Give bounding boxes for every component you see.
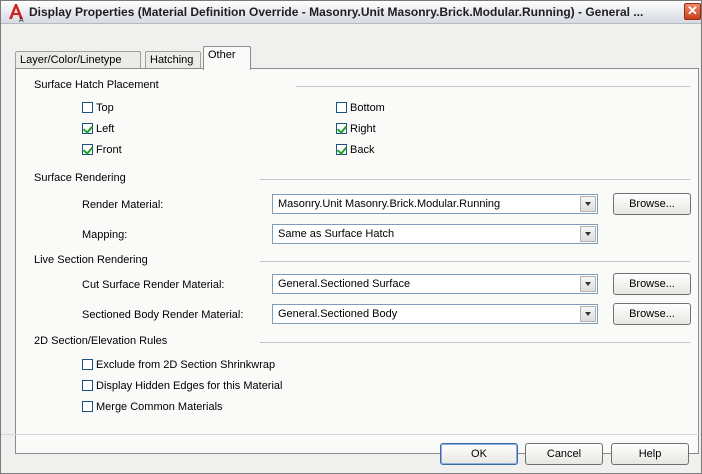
top-checkbox[interactable]: Top (82, 102, 114, 114)
tab-other[interactable]: Other (203, 46, 251, 70)
render-material-label: Render Material: (82, 199, 164, 211)
svg-text:A: A (19, 17, 24, 22)
display-hidden-edges-checkbox[interactable]: Display Hidden Edges for this Material (82, 380, 282, 392)
surface-rendering-heading: Surface Rendering (34, 172, 126, 184)
chevron-down-icon[interactable] (580, 196, 596, 212)
close-icon[interactable]: ✕ (684, 3, 701, 20)
select-value: General.Sectioned Surface (278, 278, 411, 290)
help-button[interactable]: Help (611, 443, 689, 465)
tab-label: Layer/Color/Linetype (20, 54, 122, 66)
checkbox-label: Exclude from 2D Section Shrinkwrap (96, 359, 276, 371)
cut-surface-select[interactable]: General.Sectioned Surface (272, 274, 598, 294)
checkbox-label: Top (96, 102, 114, 114)
divider (260, 342, 690, 343)
checkbox-label: Display Hidden Edges for this Material (96, 380, 283, 392)
render-material-browse-button[interactable]: Browse... (613, 193, 691, 215)
display-properties-dialog: A Display Properties (Material Definitio… (0, 0, 702, 474)
checkbox-box[interactable] (336, 102, 347, 113)
checkbox-box[interactable] (336, 123, 347, 134)
cut-surface-label: Cut Surface Render Material: (82, 279, 225, 291)
chevron-down-icon[interactable] (580, 226, 596, 242)
tab-label: Hatching (150, 54, 194, 66)
divider (296, 86, 690, 87)
checkbox-label: Left (96, 123, 115, 135)
left-checkbox[interactable]: Left (82, 123, 114, 135)
section-rules-heading: 2D Section/Elevation Rules (34, 335, 168, 347)
checkbox-box[interactable] (82, 380, 93, 391)
checkbox-box[interactable] (82, 102, 93, 113)
live-section-heading: Live Section Rendering (34, 254, 148, 266)
checkbox-box[interactable] (82, 144, 93, 155)
divider (260, 179, 690, 180)
cut-surface-browse-button[interactable]: Browse... (613, 273, 691, 295)
mapping-select[interactable]: Same as Surface Hatch (272, 224, 598, 244)
checkbox-label: Merge Common Materials (96, 401, 223, 413)
select-value: Masonry.Unit Masonry.Brick.Modular.Runni… (278, 198, 501, 210)
chevron-down-icon[interactable] (580, 276, 596, 292)
select-value: Same as Surface Hatch (278, 228, 395, 240)
chevron-down-icon[interactable] (580, 306, 596, 322)
sectioned-body-label: Sectioned Body Render Material: (82, 309, 244, 321)
other-tab-panel: Surface Hatch Placement Top Bottom Left … (15, 68, 699, 454)
window-title: Display Properties (Material Definition … (29, 5, 644, 19)
ok-button[interactable]: OK (440, 443, 518, 465)
bottom-checkbox[interactable]: Bottom (336, 102, 385, 114)
tab-label: Other (208, 49, 236, 61)
right-checkbox[interactable]: Right (336, 123, 376, 135)
surface-hatch-heading: Surface Hatch Placement (34, 79, 159, 91)
back-checkbox[interactable]: Back (336, 144, 374, 156)
merge-materials-checkbox[interactable]: Merge Common Materials (82, 401, 223, 413)
checkbox-box[interactable] (82, 401, 93, 412)
dialog-body: Layer/Color/Linetype Hatching Other Surf… (1, 24, 701, 473)
autocad-architecture-icon: A (7, 2, 25, 24)
mapping-label: Mapping: (82, 229, 128, 241)
render-material-select[interactable]: Masonry.Unit Masonry.Brick.Modular.Runni… (272, 194, 598, 214)
title-bar[interactable]: A Display Properties (Material Definitio… (1, 1, 701, 24)
tab-layer-color-linetype[interactable]: Layer/Color/Linetype (15, 51, 141, 68)
exclude-shrinkwrap-checkbox[interactable]: Exclude from 2D Section Shrinkwrap (82, 359, 275, 371)
checkbox-label: Front (96, 144, 122, 156)
sectioned-body-select[interactable]: General.Sectioned Body (272, 304, 598, 324)
select-value: General.Sectioned Body (278, 308, 398, 320)
checkbox-box[interactable] (336, 144, 347, 155)
cancel-button[interactable]: Cancel (525, 443, 603, 465)
divider (260, 261, 690, 262)
checkbox-label: Right (350, 123, 376, 135)
checkbox-box[interactable] (82, 123, 93, 134)
sectioned-body-browse-button[interactable]: Browse... (613, 303, 691, 325)
tab-hatching[interactable]: Hatching (145, 51, 201, 68)
front-checkbox[interactable]: Front (82, 144, 122, 156)
footer-divider (1, 434, 701, 435)
checkbox-box[interactable] (82, 359, 93, 370)
checkbox-label: Bottom (350, 102, 385, 114)
checkbox-label: Back (350, 144, 375, 156)
